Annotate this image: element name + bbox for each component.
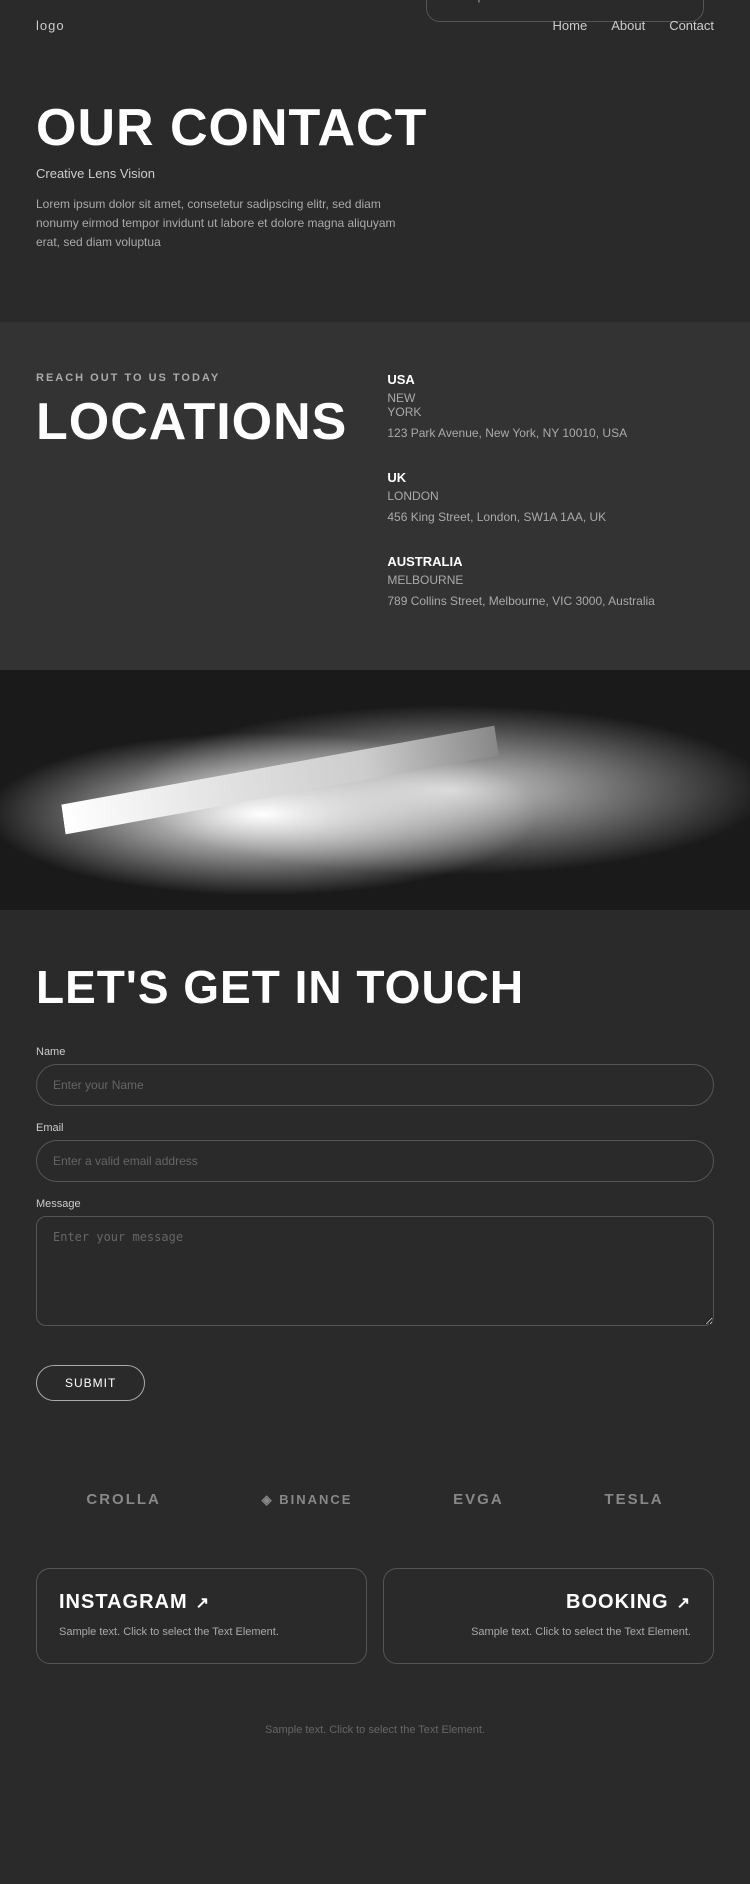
nav-links: Home About Contact — [553, 18, 714, 33]
contact-subtitle: Creative Lens Vision — [36, 166, 714, 181]
location-usa: USA NEWYORK 123 Park Avenue, New York, N… — [387, 372, 714, 442]
nav-link-contact[interactable]: Contact — [669, 18, 714, 33]
message-textarea[interactable] — [36, 1216, 714, 1326]
footer: Sample text. Click to select the Text El… — [0, 1700, 750, 1766]
location-uk-city: LONDON — [387, 489, 714, 503]
name-input[interactable] — [36, 1064, 714, 1106]
email-input[interactable] — [36, 1140, 714, 1182]
booking-card[interactable]: BOOKING ↗ Sample text. Click to select t… — [383, 1568, 714, 1664]
email-group: Email — [36, 1122, 714, 1182]
instagram-card-arrow: ↗ — [196, 1593, 210, 1613]
booking-card-title: BOOKING ↗ — [406, 1591, 691, 1614]
location-uk-address: 456 King Street, London, SW1A 1AA, UK — [387, 508, 714, 526]
location-usa-city: NEWYORK — [387, 391, 714, 419]
locations-heading: LOCATIONS — [36, 396, 347, 448]
instagram-card-label: INSTAGRAM — [59, 1591, 188, 1614]
brand-tesla: TESLA — [604, 1491, 663, 1508]
brands-section: CROLLA ◈ BINANCE EVGA TESLA — [0, 1451, 750, 1548]
footer-sample-text: Sample text. Click to select the Text El… — [265, 1724, 485, 1736]
brand-crolla: CROLLA — [86, 1491, 161, 1508]
locations-right: USA NEWYORK 123 Park Avenue, New York, N… — [387, 372, 714, 610]
cards-section: INSTAGRAM ↗ Sample text. Click to select… — [0, 1548, 750, 1700]
email-label: Email — [36, 1122, 714, 1134]
location-australia-city: MELBOURNE — [387, 573, 714, 587]
image-inner — [0, 670, 750, 910]
hero-image — [0, 670, 750, 910]
location-australia-address: 789 Collins Street, Melbourne, VIC 3000,… — [387, 592, 714, 610]
location-australia: AUSTRALIA MELBOURNE 789 Collins Street, … — [387, 554, 714, 610]
booking-card-arrow: ↗ — [677, 1593, 691, 1613]
nav-link-home[interactable]: Home — [553, 18, 588, 33]
knife-shape — [60, 700, 540, 860]
instagram-card[interactable]: INSTAGRAM ↗ Sample text. Click to select… — [36, 1568, 367, 1664]
social-sample-text: Sample text. Click to select the Text El… — [455, 0, 675, 3]
location-australia-country: AUSTRALIA — [387, 554, 714, 569]
message-group: Message — [36, 1198, 714, 1331]
reach-label: REACH OUT TO US TODAY — [36, 372, 347, 384]
location-usa-country: USA — [387, 372, 714, 387]
brand-evga: EVGA — [453, 1491, 504, 1508]
booking-card-text: Sample text. Click to select the Text El… — [406, 1624, 691, 1641]
name-label: Name — [36, 1046, 714, 1058]
page-title: OUR CONTACT — [36, 101, 714, 156]
nav-link-about[interactable]: About — [611, 18, 645, 33]
knife-blade — [58, 720, 502, 841]
location-uk: UK LONDON 456 King Street, London, SW1A … — [387, 470, 714, 526]
locations-section: REACH OUT TO US TODAY LOCATIONS USA NEWY… — [0, 322, 750, 670]
booking-card-label: BOOKING — [566, 1591, 669, 1614]
location-uk-country: UK — [387, 470, 714, 485]
contact-form-heading: LET'S GET IN TOUCH — [36, 960, 714, 1014]
contact-form-section: LET'S GET IN TOUCH Name Email Message SU… — [0, 910, 750, 1451]
location-usa-address: 123 Park Avenue, New York, NY 10010, USA — [387, 424, 714, 442]
contact-header: f ✕ 📷 Sample text. Click to select the T… — [0, 51, 750, 322]
brand-binance: ◈ BINANCE — [262, 1492, 353, 1508]
instagram-card-text: Sample text. Click to select the Text El… — [59, 1624, 344, 1641]
logo: logo — [36, 18, 65, 33]
contact-description: Lorem ipsum dolor sit amet, consetetur s… — [36, 195, 416, 253]
name-group: Name — [36, 1046, 714, 1106]
instagram-card-title: INSTAGRAM ↗ — [59, 1591, 344, 1614]
locations-left: REACH OUT TO US TODAY LOCATIONS — [36, 372, 347, 610]
message-label: Message — [36, 1198, 714, 1210]
contact-form: Name Email Message SUBMIT — [36, 1046, 714, 1401]
submit-button[interactable]: SUBMIT — [36, 1365, 145, 1401]
